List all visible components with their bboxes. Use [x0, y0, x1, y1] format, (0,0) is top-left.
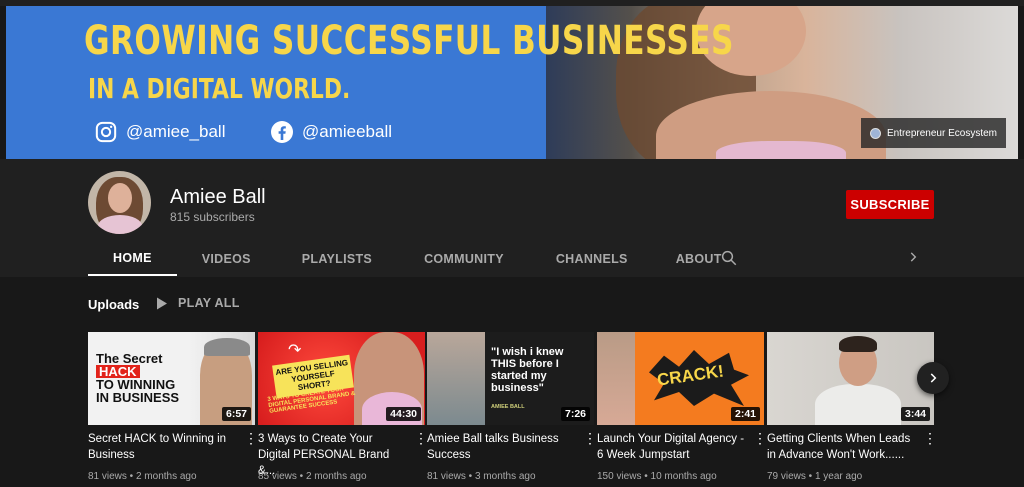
video-title[interactable]: Amiee Ball talks Business Success [427, 431, 575, 463]
tab-channels[interactable]: CHANNELS [530, 242, 654, 276]
more-options-icon[interactable]: ⋮ [583, 431, 597, 445]
video-duration: 44:30 [386, 407, 421, 421]
channel-banner: GROWING SUCCESSFUL BUSINESSES IN A DIGIT… [6, 6, 1018, 159]
facebook-handle: @amieeball [270, 120, 392, 144]
search-icon[interactable] [720, 249, 738, 267]
video-thumbnail[interactable]: ↷ ARE YOU SELLING YOURSELF SHORT? 3 WAYS… [258, 332, 425, 425]
avatar[interactable] [88, 171, 151, 234]
video-card[interactable]: The Secret HACK TO WINNING IN BUSINESS 6… [88, 332, 258, 482]
banner-link-entrepreneur-ecosystem[interactable]: Entrepreneur Ecosystem [860, 118, 1006, 148]
chevron-right-icon[interactable] [906, 250, 920, 264]
subscriber-count: 815 subscribers [170, 210, 255, 224]
facebook-handle-text: @amieeball [302, 122, 393, 141]
channel-name: Amiee Ball [170, 186, 266, 208]
video-card[interactable]: ↷ ARE YOU SELLING YOURSELF SHORT? 3 WAYS… [258, 332, 428, 482]
uploads-heading[interactable]: Uploads [88, 297, 139, 312]
shelf-next-button[interactable] [917, 362, 949, 394]
video-metadata: 150 views • 10 months ago [597, 471, 717, 482]
more-options-icon[interactable]: ⋮ [244, 431, 258, 445]
video-metadata: 81 views • 3 months ago [427, 471, 536, 482]
instagram-handle-text: @amiee_ball [126, 122, 226, 141]
instagram-handle: @amiee_ball [94, 120, 225, 144]
facebook-icon [270, 120, 294, 144]
thumbnail-text: "I wish i knew THIS before I started my … [491, 346, 564, 394]
tab-videos[interactable]: VIDEOS [177, 242, 276, 276]
video-title[interactable]: Secret HACK to Winning in Business [88, 431, 236, 463]
video-thumbnail[interactable]: 3:44 [767, 332, 934, 425]
video-duration: 6:57 [221, 407, 251, 421]
video-thumbnail[interactable]: The Secret HACK TO WINNING IN BUSINESS 6… [88, 332, 255, 425]
arrow-icon: ↷ [288, 342, 302, 359]
video-duration: 2:41 [730, 407, 760, 421]
video-thumbnail[interactable]: CRACK! 2:41 [597, 332, 764, 425]
subscribe-button[interactable]: SUBSCRIBE [846, 190, 934, 219]
chevron-right-icon [930, 373, 937, 383]
more-options-icon[interactable]: ⋮ [923, 431, 937, 445]
more-options-icon[interactable]: ⋮ [414, 431, 428, 445]
video-card[interactable]: CRACK! 2:41 Launch Your Digital Agency -… [597, 332, 767, 482]
play-icon [157, 297, 167, 309]
globe-icon [869, 127, 881, 139]
tab-home[interactable]: HOME [88, 242, 177, 276]
video-duration: 3:44 [900, 407, 930, 421]
video-card[interactable]: "I wish i knew THIS before I started my … [427, 332, 597, 482]
more-options-icon[interactable]: ⋮ [753, 431, 767, 445]
channel-tabs: HOME VIDEOS PLAYLISTS COMMUNITY CHANNELS… [88, 242, 742, 276]
video-metadata: 79 views • 1 year ago [767, 471, 863, 482]
tab-playlists[interactable]: PLAYLISTS [276, 242, 398, 276]
video-metadata: 81 views • 2 months ago [88, 471, 197, 482]
play-all-label: PLAY ALL [178, 296, 240, 310]
banner-link-label: Entrepreneur Ecosystem [886, 127, 997, 139]
play-all-button[interactable]: PLAY ALL [156, 296, 240, 310]
video-duration: 7:26 [560, 407, 590, 421]
video-card[interactable]: 3:44 Getting Clients When Leads in Advan… [767, 332, 937, 482]
video-title[interactable]: Launch Your Digital Agency - 6 Week Jump… [597, 431, 745, 463]
banner-subtitle: IN A DIGITAL WORLD. [88, 72, 351, 105]
video-metadata: 85 views • 2 months ago [258, 471, 367, 482]
thumbnail-text: IN BUSINESS [96, 390, 180, 405]
banner-title: GROWING SUCCESSFUL BUSINESSES [84, 18, 734, 64]
video-thumbnail[interactable]: "I wish i knew THIS before I started my … [427, 332, 594, 425]
thumbnail-text: AMIEE BALL [491, 404, 525, 410]
instagram-icon [94, 120, 118, 144]
video-title[interactable]: Getting Clients When Leads in Advance Wo… [767, 431, 915, 463]
tab-community[interactable]: COMMUNITY [398, 242, 530, 276]
